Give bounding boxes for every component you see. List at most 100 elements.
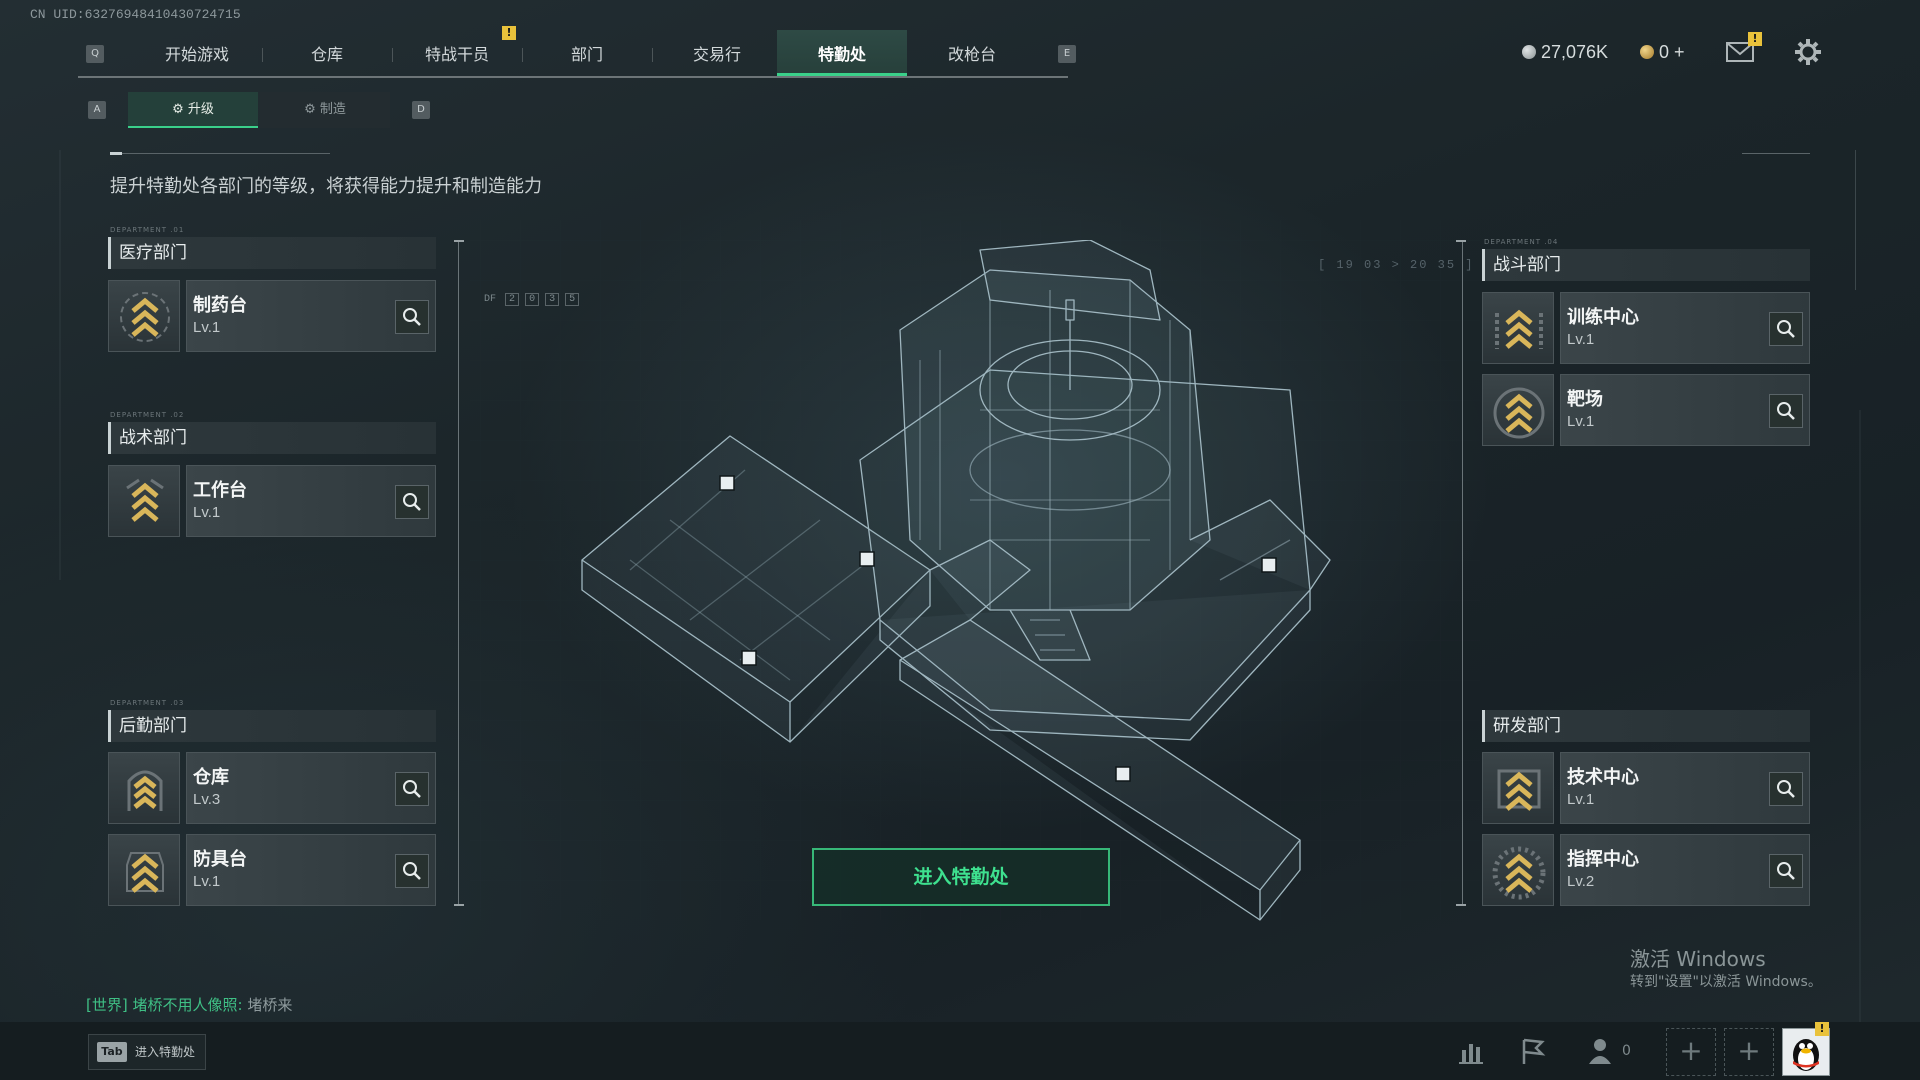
tab-warehouse[interactable]: 仓库 [262,30,392,76]
friends-count: 0 [1622,1043,1631,1059]
chevron-rank-icon [1482,752,1554,824]
gold-amount: 0 + [1659,42,1685,62]
mail-alert-badge: ! [1748,32,1762,46]
special-ops-building-model [581,240,1331,921]
top-navigation: Q 开始游戏 仓库 特战干员 ! 部门 交易行 特勤处 改枪台 E [78,26,1076,78]
facility-level: Lv.1 [1567,413,1595,430]
right-bracket-cap [1456,240,1466,242]
facility-level: Lv.1 [193,504,221,521]
tab-department[interactable]: 部门 [522,30,652,76]
facility-level: Lv.1 [193,319,221,336]
dept-title-medical: 医疗部门 [108,237,436,269]
stats-chart-icon[interactable] [1456,1036,1486,1066]
facility-name: 技术中心 [1567,767,1639,788]
craft-icon: ⚙ [304,102,320,117]
hud-df-readout: DF 2 0 3 5 [484,293,580,306]
facility-card-armor-bench[interactable]: 防具台 Lv.1 [108,834,436,906]
search-icon[interactable] [395,485,429,519]
dept-title-combat: 战斗部门 [1482,249,1810,281]
subtab-craft[interactable]: ⚙ 制造 [260,92,390,128]
facility-card-workbench[interactable]: 工作台 Lv.1 [108,465,436,537]
chevron-rank-icon [108,465,180,537]
windows-activation-title: 激活 Windows [1630,947,1766,971]
right-divider [1742,153,1810,154]
world-chat-line[interactable]: [世界] 堵桥不用人像照: 堵桥来 [86,994,292,1015]
dept-tag: DEPARTMENT .01 [110,226,185,234]
right-bracket-cap [1456,904,1466,906]
divider-accent [110,152,122,155]
friends-icon[interactable] [1588,1036,1618,1066]
add-squad-slot-button[interactable]: + [1724,1028,1774,1076]
facility-card-tech-center[interactable]: 技术中心 Lv.1 [1482,752,1810,824]
subtab-craft-label: 制造 [319,102,346,117]
facility-level: Lv.1 [1567,791,1595,808]
page-description: 提升特勤处各部门的等级，将获得能力提升和制造能力 [110,176,542,197]
subtab-key-right: D [412,101,430,119]
nav-key-right: E [1058,45,1076,63]
subtab-upgrade[interactable]: ⚙ 升级 [128,92,258,128]
left-bracket [458,240,459,906]
facility-level: Lv.1 [1567,331,1595,348]
silver-coin-icon [1522,45,1536,59]
bottom-bar [0,1022,1920,1080]
search-icon[interactable] [395,300,429,334]
search-icon[interactable] [1769,312,1803,346]
silver-currency[interactable]: 27,076K [1522,42,1608,63]
right-scale [1855,150,1856,290]
left-bracket-cap [454,240,464,242]
search-icon[interactable] [1769,854,1803,888]
search-icon[interactable] [395,772,429,806]
facility-name: 工作台 [193,480,247,501]
nav-key-left: Q [86,45,104,63]
facility-card-pharmacy[interactable]: 制药台 Lv.1 [108,280,436,352]
player-uid: CN UID:63276948410430724715 [30,7,241,22]
flag-icon[interactable] [1518,1036,1548,1066]
facility-name: 训练中心 [1567,307,1639,328]
gold-currency[interactable]: 0 + [1640,42,1685,63]
hud-coords: [ 19 03 > 20 35 ] [1318,258,1475,272]
chevron-rank-icon [1482,374,1554,446]
search-icon[interactable] [1769,772,1803,806]
search-icon[interactable] [395,854,429,888]
chevron-rank-icon [108,834,180,906]
facility-level: Lv.1 [193,873,221,890]
dept-title-logistics: 后勤部门 [108,710,436,742]
dept-tag: DEPARTMENT .02 [110,411,185,419]
facility-card-command-center[interactable]: 指挥中心 Lv.2 [1482,834,1810,906]
hotspot-marker[interactable] [719,475,735,491]
facility-card-training-center[interactable]: 训练中心 Lv.1 [1482,292,1810,364]
facility-card-shooting-range[interactable]: 靶场 Lv.1 [1482,374,1810,446]
hotspot-marker[interactable] [1261,557,1277,573]
dept-title-tactical: 战术部门 [108,422,436,454]
hud-df-label: DF [484,294,497,305]
subtab-upgrade-label: 升级 [187,102,214,117]
tab-special-ops[interactable]: 特勤处 [777,30,907,76]
facility-name: 仓库 [193,767,229,788]
settings-gear-icon[interactable] [1794,38,1822,66]
tab-start-game[interactable]: 开始游戏 [132,30,262,76]
enter-special-ops-button[interactable]: 进入特勤处 [812,848,1110,906]
hotspot-marker[interactable] [859,551,875,567]
operators-alert-badge: ! [502,26,516,40]
hud-df-digit: 0 [525,293,540,306]
hotspot-marker[interactable] [741,650,757,666]
windows-activation-hint: 转到"设置"以激活 Windows。 [1630,974,1822,990]
chat-channel: [世界] [86,996,128,1014]
facility-name: 防具台 [193,849,247,870]
gold-coin-icon [1640,45,1654,59]
facility-card-warehouse[interactable]: 仓库 Lv.3 [108,752,436,824]
chevron-rank-icon [108,280,180,352]
hotspot-marker[interactable] [1115,766,1131,782]
add-squad-slot-button[interactable]: + [1666,1028,1716,1076]
dept-title-research: 研发部门 [1482,710,1810,742]
facility-level: Lv.2 [1567,873,1595,890]
dept-tag: DEPARTMENT .03 [110,699,185,707]
tab-hint-enter[interactable]: Tab 进入特勤处 [88,1034,206,1070]
tab-trading[interactable]: 交易行 [652,30,782,76]
right-bracket [1462,240,1463,906]
tab-gunsmith[interactable]: 改枪台 [907,30,1037,76]
hud-df-digit: 2 [505,293,520,306]
hud-df-digit: 3 [545,293,560,306]
chevron-rank-icon [1482,834,1554,906]
search-icon[interactable] [1769,394,1803,428]
